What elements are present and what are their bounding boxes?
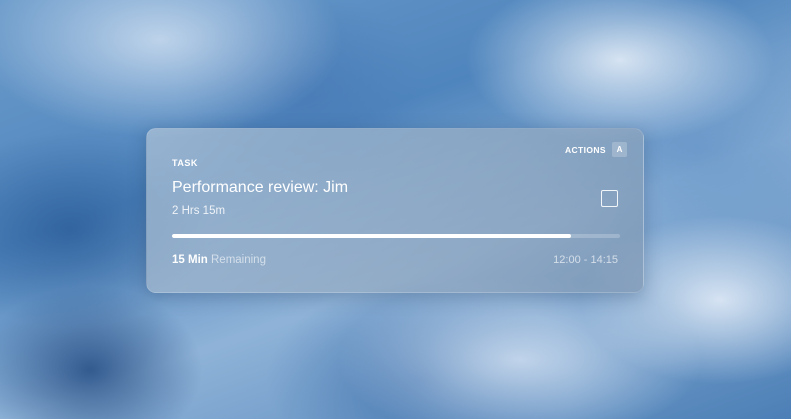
card-type-label: TASK (172, 158, 198, 168)
task-card: TASK ACTIONS A Performance review: Jim 2… (146, 128, 644, 293)
task-duration: 2 Hrs 15m (172, 205, 226, 217)
actions-label: ACTIONS (564, 144, 606, 155)
remaining-time-suffix: Remaining (211, 254, 266, 266)
time-range: 12:00 - 14:15 (553, 254, 618, 266)
remaining-time-value: 15 Min (172, 254, 208, 266)
progress-bar (172, 234, 620, 238)
task-title: Performance review: Jim (172, 179, 349, 196)
progress-bar-fill (172, 234, 571, 238)
actions-shortcut-badge: A (612, 142, 627, 157)
actions-button[interactable]: ACTIONS A (565, 142, 627, 157)
complete-task-checkbox[interactable] (601, 190, 618, 207)
remaining-time: 15 Min Remaining (172, 254, 266, 266)
